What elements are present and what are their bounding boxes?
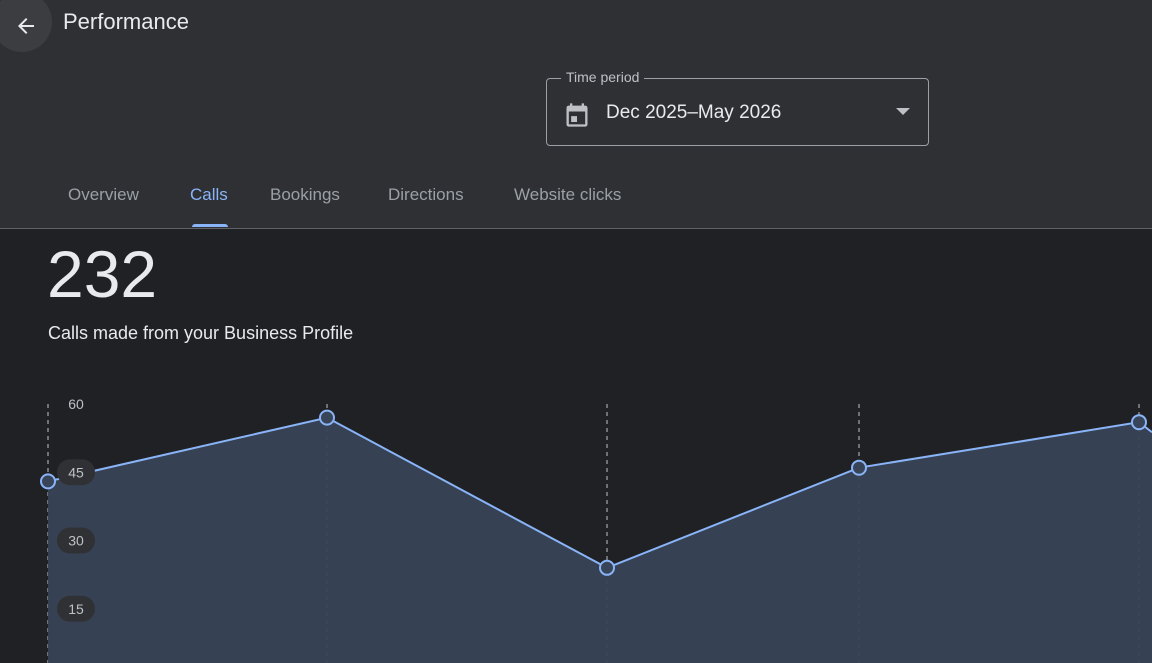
app-header: Performance Time period Dec 2025–May 202… [0,0,1152,229]
y-tick-label: 45 [68,464,84,480]
y-tick-label: 30 [68,533,84,549]
y-tick-label: 15 [68,601,84,617]
tab-bookings[interactable]: Bookings [270,185,340,205]
calls-chart: 60 45 30 15 [40,396,1152,663]
tab-directions[interactable]: Directions [388,185,464,205]
time-period-select[interactable]: Time period Dec 2025–May 2026 [546,69,929,146]
time-period-label: Time period [561,69,645,85]
active-tab-indicator [192,224,228,227]
y-tick-label: 60 [68,396,84,412]
calls-total: 232 [47,237,158,311]
area-fill [48,417,1152,663]
data-point [1131,414,1147,431]
data-point [851,459,867,476]
arrow-back-icon [18,18,34,34]
tab-overview[interactable]: Overview [68,185,139,205]
calls-description: Calls made from your Business Profile [48,323,354,343]
tab-website-clicks[interactable]: Website clicks [514,185,621,205]
dropdown-arrow-icon [896,108,910,115]
page-title: Performance [63,9,189,34]
tab-calls[interactable]: Calls [190,185,228,205]
data-point [40,473,56,490]
data-point [319,409,335,426]
back-button[interactable] [0,0,52,52]
calendar-icon [566,103,588,127]
data-point [599,559,615,576]
time-period-value: Dec 2025–May 2026 [606,102,782,123]
